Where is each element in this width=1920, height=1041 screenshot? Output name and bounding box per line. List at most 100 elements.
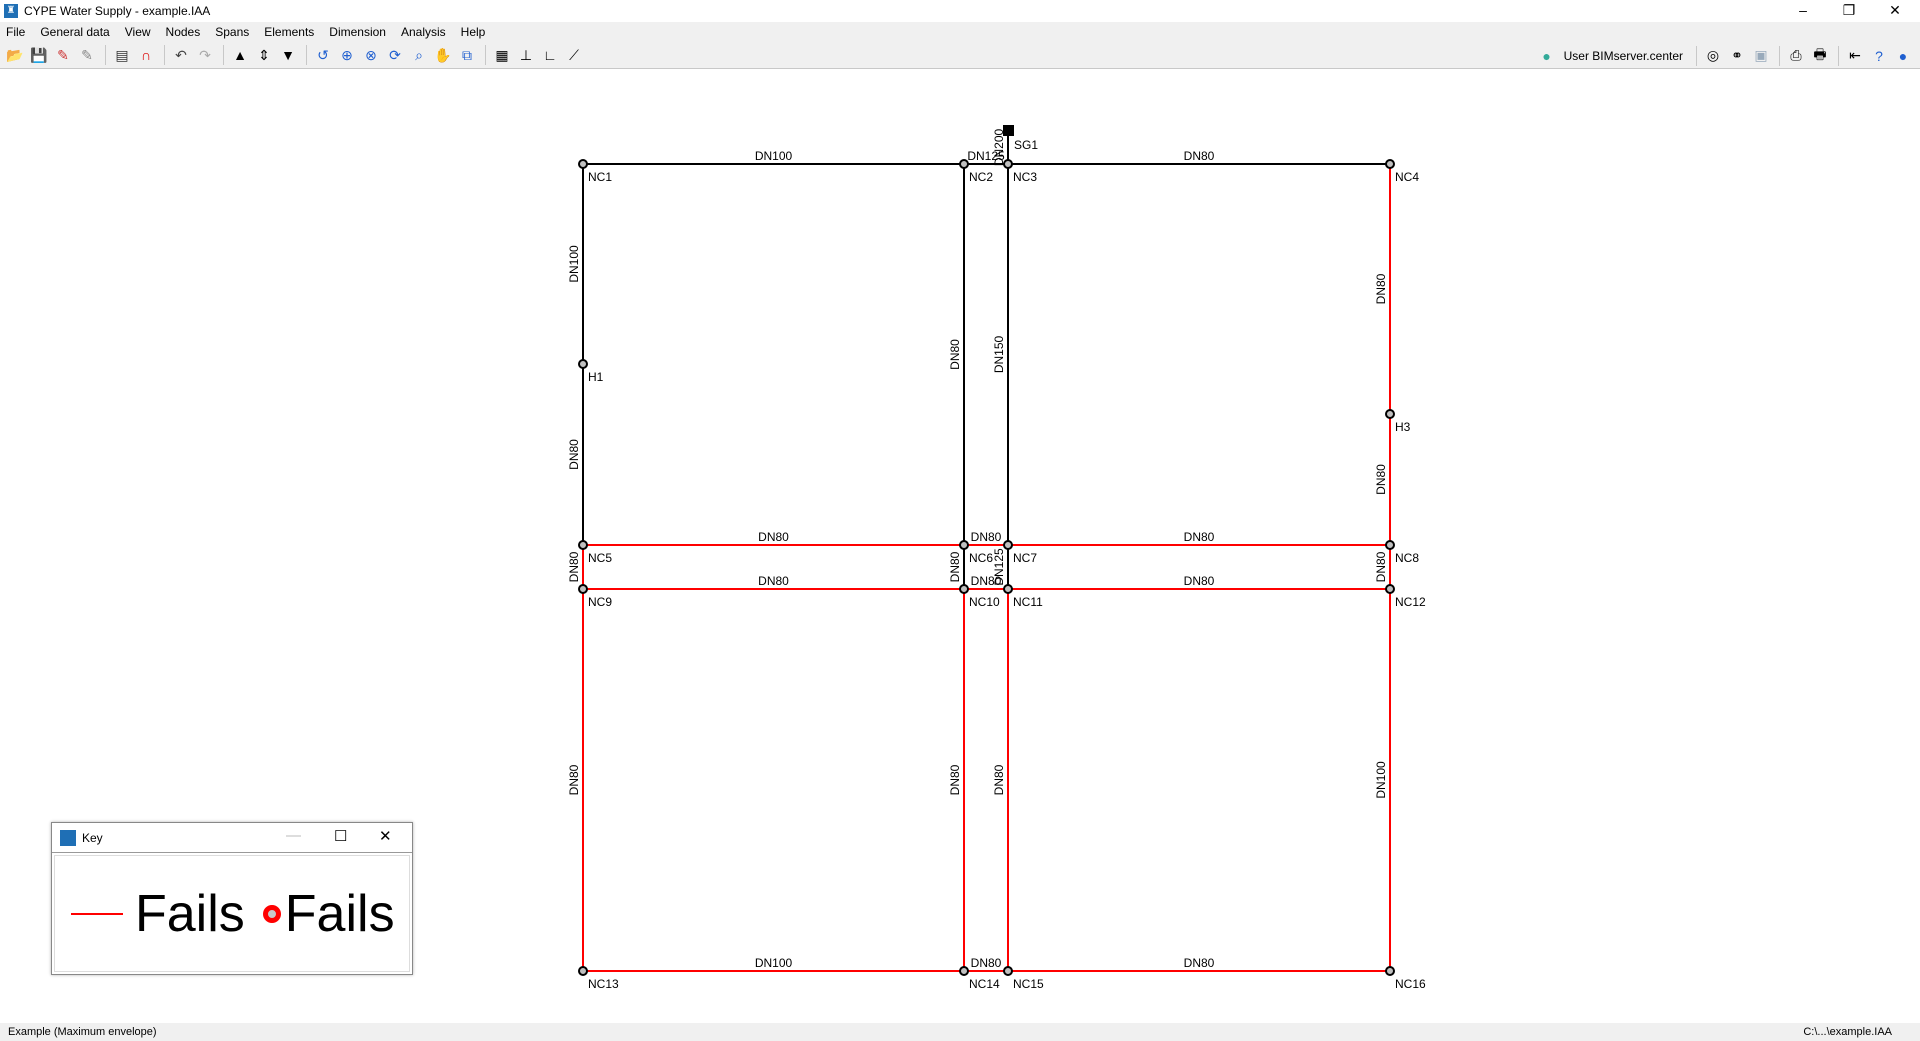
key-body: Fails Fails <box>54 855 410 972</box>
node-marker[interactable] <box>959 584 969 594</box>
node-marker[interactable] <box>959 540 969 550</box>
dimension-line-icon[interactable]: ⟋ <box>563 44 585 66</box>
pipe-label: DN80 <box>971 574 1002 588</box>
arrow-up-icon[interactable]: ▲ <box>229 44 251 66</box>
axes-icon[interactable]: ⊥ <box>515 44 537 66</box>
node-marker[interactable] <box>1385 159 1395 169</box>
pipe-label: DN80 <box>1374 551 1388 582</box>
node-label: NC4 <box>1395 170 1419 184</box>
node-marker[interactable] <box>1003 584 1013 594</box>
node-marker[interactable] <box>1385 409 1395 419</box>
pipe-label: DN80 <box>567 764 581 795</box>
node-label: NC13 <box>588 977 619 991</box>
node-marker[interactable] <box>578 966 588 976</box>
open-folder-icon[interactable]: 📂 <box>4 44 26 66</box>
print-drawings-icon[interactable]: 🖶 <box>1809 45 1831 67</box>
toolbar-separator <box>223 45 224 65</box>
help-icon[interactable]: ? <box>1868 45 1890 67</box>
menu-bar: File General data View Nodes Spans Elements Di… <box>0 22 1920 42</box>
dxf-dwg-icon[interactable]: ▤ <box>111 44 133 66</box>
node-marker[interactable] <box>1003 540 1013 550</box>
restore-button[interactable]: ❐ <box>1826 0 1872 22</box>
node-label: NC16 <box>1395 977 1426 991</box>
water-source-icon[interactable] <box>1003 125 1014 136</box>
minimize-button[interactable]: – <box>1780 0 1826 22</box>
pan-hand-icon[interactable]: ✋ <box>432 44 454 66</box>
node-marker[interactable] <box>578 159 588 169</box>
node-marker[interactable] <box>578 359 588 369</box>
fails-node-swatch <box>262 904 281 923</box>
key-title-bar[interactable]: Key — ☐ ✕ <box>52 823 412 853</box>
node-label: NC6 <box>969 551 993 565</box>
pipe-label: DN80 <box>1184 574 1215 588</box>
node-marker[interactable] <box>578 584 588 594</box>
menu-file[interactable]: File <box>6 25 25 39</box>
status-file-path: C:\...\example.IAA <box>1803 1026 1892 1038</box>
window-title: CYPE Water Supply - example.IAA <box>24 4 211 18</box>
zoom-all-icon[interactable]: ⊕ <box>336 44 358 66</box>
save-icon[interactable]: 💾 <box>28 44 50 66</box>
redraw-icon[interactable]: ⟳ <box>384 44 406 66</box>
model-3d-icon[interactable]: ▣ <box>1750 45 1772 67</box>
menu-analysis[interactable]: Analysis <box>401 25 446 39</box>
menu-dimension[interactable]: Dimension <box>329 25 386 39</box>
node-marker[interactable] <box>959 159 969 169</box>
arrow-down-icon[interactable]: ▼ <box>277 44 299 66</box>
expand-vertical-icon[interactable]: ⇕ <box>253 44 275 66</box>
node-label: NC3 <box>1013 170 1037 184</box>
pipe-label: DN80 <box>948 764 962 795</box>
zoom-x2-icon[interactable]: ⊗ <box>360 44 382 66</box>
menu-general-data[interactable]: General data <box>40 25 109 39</box>
pipe-label: DN80 <box>971 530 1002 544</box>
menu-nodes[interactable]: Nodes <box>166 25 201 39</box>
key-title: Key <box>82 830 103 845</box>
node-marker[interactable] <box>578 540 588 550</box>
menu-view[interactable]: View <box>125 25 151 39</box>
app-icon: ♜ <box>4 4 18 18</box>
node-label: NC8 <box>1395 551 1419 565</box>
key-minimize-button[interactable]: — <box>286 827 301 844</box>
node-label: NC11 <box>1013 595 1043 609</box>
source-label: SG1 <box>1014 138 1038 152</box>
find-icon[interactable]: ▦ <box>491 44 513 66</box>
angle-icon[interactable]: ∟ <box>539 44 561 66</box>
menu-elements[interactable]: Elements <box>264 25 314 39</box>
node-marker[interactable] <box>1003 966 1013 976</box>
node-label: H1 <box>588 370 604 384</box>
edit-colors-icon[interactable]: ✎ <box>52 44 74 66</box>
menu-spans[interactable]: Spans <box>215 25 249 39</box>
magnet-icon[interactable]: ∩ <box>135 44 157 66</box>
node-marker[interactable] <box>959 966 969 976</box>
node-marker[interactable] <box>1385 540 1395 550</box>
exit-icon[interactable]: ⇤ <box>1844 45 1866 67</box>
pipe-label: DN80 <box>1374 464 1388 495</box>
bimserver-export-icon[interactable]: ⚭ <box>1726 45 1748 67</box>
redo-icon[interactable]: ↷ <box>194 44 216 66</box>
node-marker[interactable] <box>1385 966 1395 976</box>
print-icon[interactable]: ⎙ <box>1785 45 1807 67</box>
pipe-label: DN80 <box>1374 273 1388 304</box>
pipe-label: DN80 <box>948 339 962 370</box>
node-marker[interactable] <box>1385 584 1395 594</box>
toolbar-separator <box>105 45 106 65</box>
undo-icon[interactable]: ↶ <box>170 44 192 66</box>
node-marker[interactable] <box>1003 159 1013 169</box>
pipe-label: DN100 <box>755 956 793 970</box>
view-window-icon[interactable]: ⧉ <box>456 44 478 66</box>
pipe-label: DN100 <box>755 149 793 163</box>
user-bimserver-link[interactable]: User BIMserver.center <box>1564 49 1683 63</box>
zoom-previous-icon[interactable]: ↺ <box>312 44 334 66</box>
edit-colors-disabled-icon[interactable]: ✎ <box>76 44 98 66</box>
key-maximize-button[interactable]: ☐ <box>334 827 347 845</box>
web-icon[interactable]: ● <box>1892 45 1914 67</box>
toolbar-right: ● User BIMserver.center ◎ ⚭ ▣ ⎙ 🖶 ⇤ ? ● <box>1536 42 1916 69</box>
user-icon[interactable]: ● <box>1536 45 1558 67</box>
status-bar: Example (Maximum envelope) C:\...\exampl… <box>0 1023 1920 1041</box>
bimserver-sync-icon[interactable]: ◎ <box>1702 45 1724 67</box>
key-close-button[interactable]: ✕ <box>379 827 392 845</box>
zoom-window-icon[interactable]: ⌕ <box>408 44 430 66</box>
pipe-label: DN80 <box>992 764 1006 795</box>
menu-help[interactable]: Help <box>461 25 486 39</box>
close-button[interactable]: ✕ <box>1872 0 1918 22</box>
pipe-label: DN80 <box>1184 956 1215 970</box>
